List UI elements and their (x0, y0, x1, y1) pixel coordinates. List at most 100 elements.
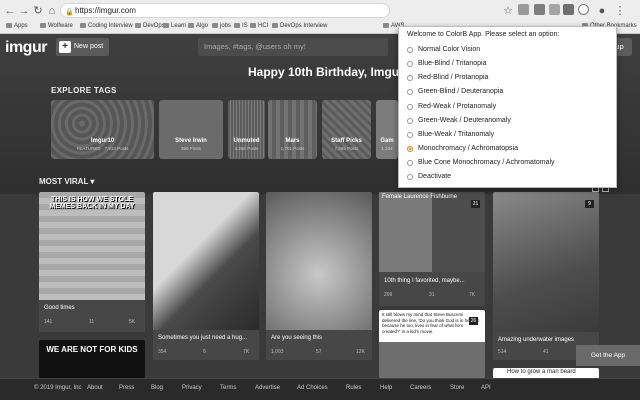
tag-card-staff-picks[interactable]: Staff Picks 7,665 Posts (322, 100, 371, 159)
view-count: 7K (243, 349, 250, 355)
option-label: Blue Cone Monochromacy / Achromatomaly (418, 159, 555, 166)
plus-icon: + (59, 41, 71, 53)
post-title: How to grow a man beard (507, 369, 576, 375)
radio-button[interactable] (407, 132, 413, 138)
album-count-badge: 21 (471, 200, 480, 208)
post-image (493, 192, 599, 332)
option-achromatopsia[interactable]: Monochromacy / Achromatopsia (407, 144, 518, 154)
new-post-button[interactable]: + New post (56, 38, 109, 56)
option-label: Normal Color Vision (418, 46, 481, 53)
bookmark-item[interactable]: Apps (6, 20, 28, 33)
extension-icon[interactable] (563, 4, 574, 15)
tweet-text: It still blows my mind that Steve Buscem… (382, 312, 480, 334)
option-tritanopia[interactable]: Blue-Blind / Tritanopia (407, 59, 486, 69)
bookmark-item[interactable]: Wolfware (40, 20, 73, 33)
colorb-extension-icon[interactable] (578, 4, 589, 15)
extension-icon[interactable] (518, 4, 529, 15)
option-deuteranomaly[interactable]: Green-Weak / Deuteranomaly (407, 116, 511, 126)
option-tritanomaly[interactable]: Blue-Weak / Tritanomaly (407, 130, 494, 140)
option-deactivate[interactable]: Deactivate (407, 172, 451, 182)
bookmark-item[interactable]: Coding Interview (80, 20, 133, 33)
radio-button[interactable] (407, 174, 413, 180)
tag-card-gaming[interactable]: Gam 1,234 (376, 100, 398, 159)
tag-card-unmuted[interactable]: Unmuted 4,268 Posts (228, 100, 265, 159)
footer-link-rules[interactable]: Rules (346, 385, 361, 391)
option-deuteranopia[interactable]: Green-Blind / Deuteranopia (407, 87, 503, 97)
reload-icon[interactable]: ↻ (32, 5, 44, 17)
tag-name: Imgur10 (90, 138, 115, 144)
bookmark-item[interactable]: Learn (163, 20, 186, 33)
extension-icon[interactable] (549, 4, 560, 15)
footer-link-careers[interactable]: Careers (410, 385, 431, 391)
radio-button[interactable] (407, 47, 413, 53)
post-card[interactable]: Female Laurence Fishburne 21 10th thing … (379, 192, 485, 306)
footer-link-terms[interactable]: Terms (220, 385, 236, 391)
post-title: Amazing underwater images (498, 337, 575, 343)
post-card[interactable]: WE ARE NOT FOR KIDS (39, 340, 145, 378)
post-card[interactable]: Sometimes you just need a hug... 354 6 7… (153, 192, 259, 360)
address-bar[interactable]: 🔒 https://imgur.com (60, 3, 390, 18)
tag-name: Mars (285, 138, 300, 144)
post-card[interactable]: THIS IS HOW WE STOLE MEMES BACK IN MY DA… (39, 192, 145, 332)
footer-link-advertise[interactable]: Advertise (255, 385, 280, 391)
option-label: Blue-Weak / Tritanomaly (418, 131, 495, 138)
option-protanopia[interactable]: Red-Blind / Protanopia (407, 73, 488, 83)
footer-link-about[interactable]: About (87, 385, 103, 391)
url-text: https://imgur.com (75, 6, 136, 15)
footer-link-store[interactable]: Store (450, 385, 464, 391)
option-achromatomaly[interactable]: Blue Cone Monochromacy / Achromatomaly (407, 158, 555, 168)
comment-count: 57 (316, 349, 322, 355)
radio-button[interactable] (407, 118, 413, 124)
post-card[interactable]: 9 Amazing underwater images 514 41 7K (493, 192, 599, 360)
bookmark-item[interactable]: HCI (250, 20, 268, 33)
tag-count: 1,701 Posts (280, 146, 305, 151)
search-input[interactable]: Images, #tags, @users oh my! (198, 38, 388, 56)
option-protanomaly[interactable]: Red-Weak / Protanomaly (407, 102, 496, 112)
post-card[interactable]: Are you seeing this 1,003 57 12K (266, 192, 372, 360)
footer-link-ad-choices[interactable]: Ad Choices (297, 385, 328, 391)
footer-link-privacy[interactable]: Privacy (182, 385, 202, 391)
post-card[interactable]: It still blows my mind that Steve Buscem… (379, 310, 485, 378)
option-label: Red-Weak / Protanomaly (418, 103, 497, 110)
forward-icon[interactable]: → (18, 5, 30, 17)
get-the-app-button[interactable]: Get the App (576, 345, 640, 366)
tag-card-steve-irwin[interactable]: Steve Irwin 359 Posts (159, 100, 223, 159)
radio-button[interactable] (407, 160, 413, 166)
extension-icon[interactable] (534, 4, 545, 15)
footer-link-press[interactable]: Press (119, 385, 134, 391)
back-icon[interactable]: ← (4, 5, 16, 17)
tag-card-mars[interactable]: Mars 1,701 Posts (268, 100, 317, 159)
menu-icon[interactable]: ⋮ (614, 5, 626, 17)
option-normal-vision[interactable]: Normal Color Vision (407, 45, 480, 55)
footer-link-blog[interactable]: Blog (151, 385, 163, 391)
radio-button-selected[interactable] (407, 146, 413, 152)
radio-button[interactable] (407, 61, 413, 67)
upvote-count: 141 (44, 319, 53, 325)
tag-count: 1,234 (381, 146, 393, 151)
option-label: Deactivate (418, 173, 452, 180)
lock-icon: 🔒 (65, 9, 74, 16)
home-icon[interactable]: ⌂ (46, 5, 58, 17)
sort-dropdown[interactable]: MOST VIRAL ▾ (39, 177, 94, 186)
radio-button[interactable] (407, 75, 413, 81)
bookmark-item[interactable]: DevOps Interview (272, 20, 327, 33)
bookmark-item[interactable]: jobs (212, 20, 231, 33)
tag-card-imgur10[interactable]: Imgur10 FEATURED · 7,913 Posts (51, 100, 154, 159)
explore-tags-heading: EXPLORE TAGS (51, 86, 117, 95)
radio-button[interactable] (407, 104, 413, 110)
profile-icon[interactable]: ● (596, 5, 608, 17)
post-image (153, 192, 259, 330)
radio-button[interactable] (407, 89, 413, 95)
comment-count: 31 (429, 292, 435, 298)
footer-link-api[interactable]: API (481, 385, 491, 391)
option-label: Green-Weak / Deuteranomaly (418, 117, 511, 124)
bookmark-item[interactable]: DevOps (135, 20, 165, 33)
option-label: Monochromacy / Achromatopsia (418, 145, 518, 152)
bookmark-item[interactable]: IS (234, 20, 248, 33)
imgur-logo[interactable]: imgur (5, 39, 47, 57)
image-caption: Female Laurence Fishburne (382, 194, 458, 200)
star-icon[interactable]: ☆ (502, 5, 514, 17)
footer-link-help[interactable]: Help (380, 385, 392, 391)
view-count: 12K (356, 349, 365, 355)
bookmark-item[interactable]: Algo (188, 20, 208, 33)
